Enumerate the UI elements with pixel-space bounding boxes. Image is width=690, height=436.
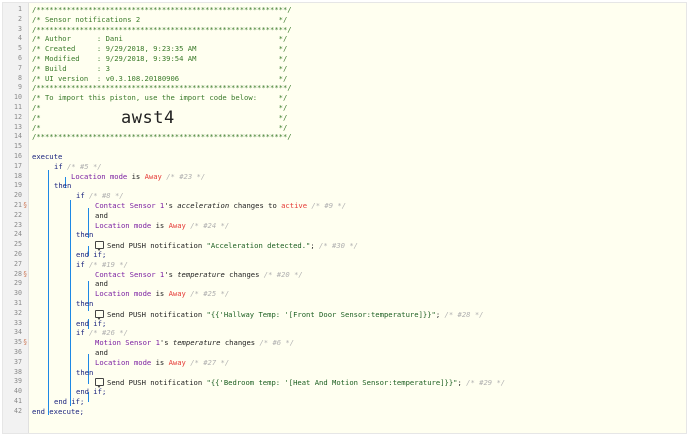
push-notification-icon xyxy=(95,378,104,389)
push-notification-icon xyxy=(95,241,104,252)
code-editor: 1/**************************************… xyxy=(2,2,687,434)
if-block-bar xyxy=(70,200,71,406)
trigger-flag-icon: § xyxy=(23,269,28,278)
trigger-flag-icon: § xyxy=(23,338,28,347)
execute-block-bar xyxy=(48,170,49,415)
trigger-flag-icon: § xyxy=(23,201,28,209)
import-code[interactable]: awst4 xyxy=(121,108,175,128)
push-notification-icon xyxy=(95,309,104,320)
